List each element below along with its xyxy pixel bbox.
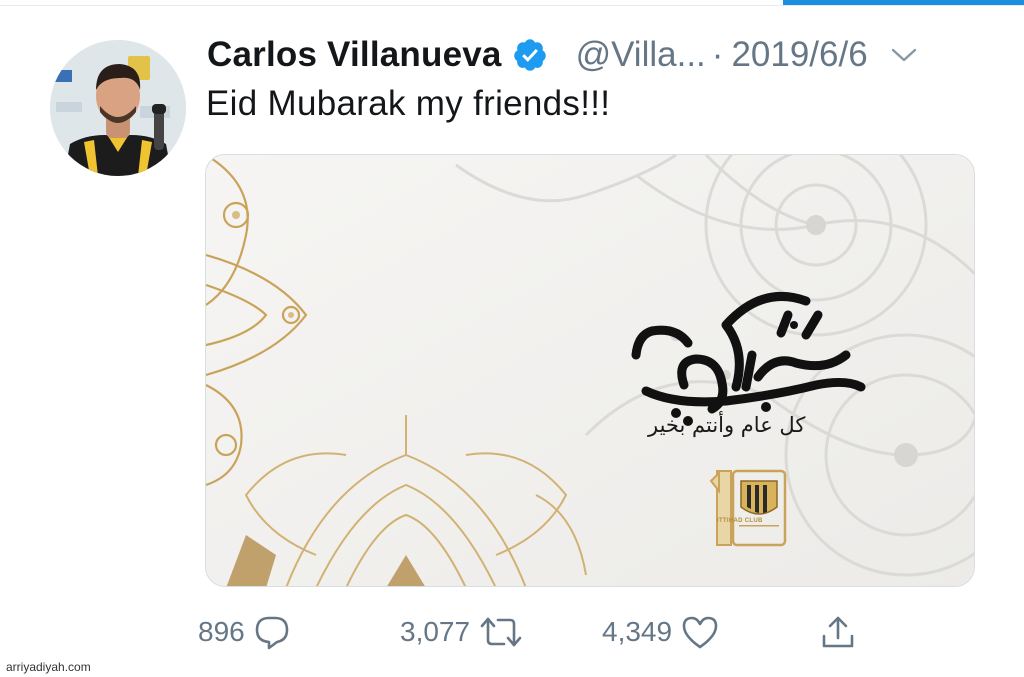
author-handle[interactable]: @Villa... [576,35,706,75]
verified-icon [513,39,546,71]
chevron-down-icon[interactable] [890,45,918,65]
author-name[interactable]: Carlos Villanueva [207,35,502,75]
tweet-actions: 896 3,077 4,349 [0,607,1024,657]
like-icon [682,616,718,649]
tweet-media-image[interactable]: كل عام وأنتم بخير ITTIHAD CLUB [205,154,975,587]
like-action[interactable]: 4,349 [602,607,720,657]
eid-subtitle: كل عام وأنتم بخير [648,413,806,437]
watermark: arriyadiyah.com [6,660,91,674]
retweet-icon [480,617,522,647]
tweet-text: Eid Mubarak my friends!!! [206,84,611,123]
top-divider [0,5,1024,6]
separator-dot: · [711,35,724,74]
tweet-date[interactable]: 2019/6/6 [731,35,867,75]
share-icon [822,616,854,648]
retweet-count: 3,077 [400,616,471,647]
tweet-header: Carlos Villanueva @Villa... · 2019/6/6 [207,30,918,80]
reply-action[interactable]: 896 [198,607,291,657]
retweet-action[interactable]: 3,077 [400,607,524,657]
reply-count: 896 [198,616,245,647]
like-count: 4,349 [602,616,673,647]
club-label: ITTIHAD CLUB [717,518,763,524]
share-action[interactable] [810,607,858,657]
avatar[interactable] [50,40,186,176]
reply-icon [255,616,289,650]
